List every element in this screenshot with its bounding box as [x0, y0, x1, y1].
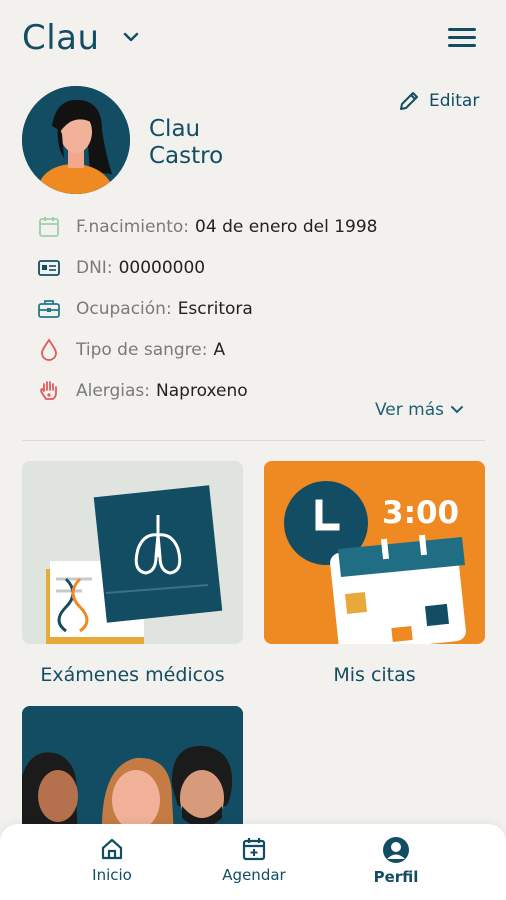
avatar	[22, 86, 130, 194]
info-value: 00000000	[118, 258, 206, 278]
chevron-down-icon[interactable]	[122, 30, 140, 44]
info-blood-type: Tipo de sangre: A	[36, 337, 225, 363]
info-label: Alergias:	[76, 381, 151, 401]
see-more-label: Ver más	[375, 400, 444, 420]
nav-inicio[interactable]: Inicio	[80, 836, 144, 884]
hand-icon	[36, 378, 62, 404]
profile-selector-title[interactable]: Clau	[22, 18, 100, 58]
info-value: Naproxeno	[156, 381, 248, 401]
info-value: A	[213, 340, 226, 360]
edit-profile-button[interactable]: Editar	[397, 88, 479, 114]
edit-label: Editar	[429, 91, 480, 111]
calendar-icon	[36, 214, 62, 240]
app-header: Clau	[0, 0, 506, 80]
briefcase-icon	[36, 296, 62, 322]
nav-label: Perfil	[373, 868, 419, 886]
medical-exams-card[interactable]	[22, 461, 243, 644]
info-allergies: Alergias: Naproxeno	[36, 378, 248, 404]
my-appointments-label[interactable]: Mis citas	[264, 664, 485, 686]
nav-agendar[interactable]: Agendar	[214, 836, 294, 884]
bottom-navigation: Inicio Agendar Perfil	[0, 824, 506, 900]
xray-illustration	[22, 461, 243, 644]
info-birthdate: F.nacimiento: 04 de enero del 1998	[36, 214, 377, 240]
menu-icon[interactable]	[448, 26, 478, 50]
nav-label: Inicio	[92, 866, 132, 884]
info-label: Tipo de sangre:	[76, 340, 208, 360]
home-icon	[101, 838, 123, 860]
clock-calendar-illustration	[264, 461, 485, 644]
calendar-plus-icon	[242, 838, 266, 861]
info-value: Escritora	[177, 299, 253, 319]
chevron-down-icon	[451, 406, 463, 414]
blood-drop-icon	[36, 337, 62, 363]
nav-perfil[interactable]: Perfil	[364, 836, 428, 886]
info-occupation: Ocupación: Escritora	[36, 296, 253, 322]
user-circle-icon	[383, 837, 409, 863]
profile-first-name: Clau	[149, 116, 201, 142]
info-dni: DNI: 00000000	[36, 255, 205, 281]
divider	[22, 440, 485, 441]
medical-exams-label[interactable]: Exámenes médicos	[22, 664, 243, 686]
id-card-icon	[36, 255, 62, 281]
profile-last-name: Castro	[149, 143, 224, 169]
pencil-icon	[400, 92, 418, 110]
clock-time-text: 3:00	[382, 495, 460, 531]
see-more-link[interactable]: Ver más	[375, 400, 464, 420]
info-label: DNI:	[76, 258, 113, 278]
info-label: F.nacimiento:	[76, 217, 190, 237]
info-value: 04 de enero del 1998	[195, 217, 378, 237]
nav-label: Agendar	[222, 866, 286, 884]
info-label: Ocupación:	[76, 299, 172, 319]
my-appointments-card[interactable]: 3:00	[264, 461, 485, 644]
